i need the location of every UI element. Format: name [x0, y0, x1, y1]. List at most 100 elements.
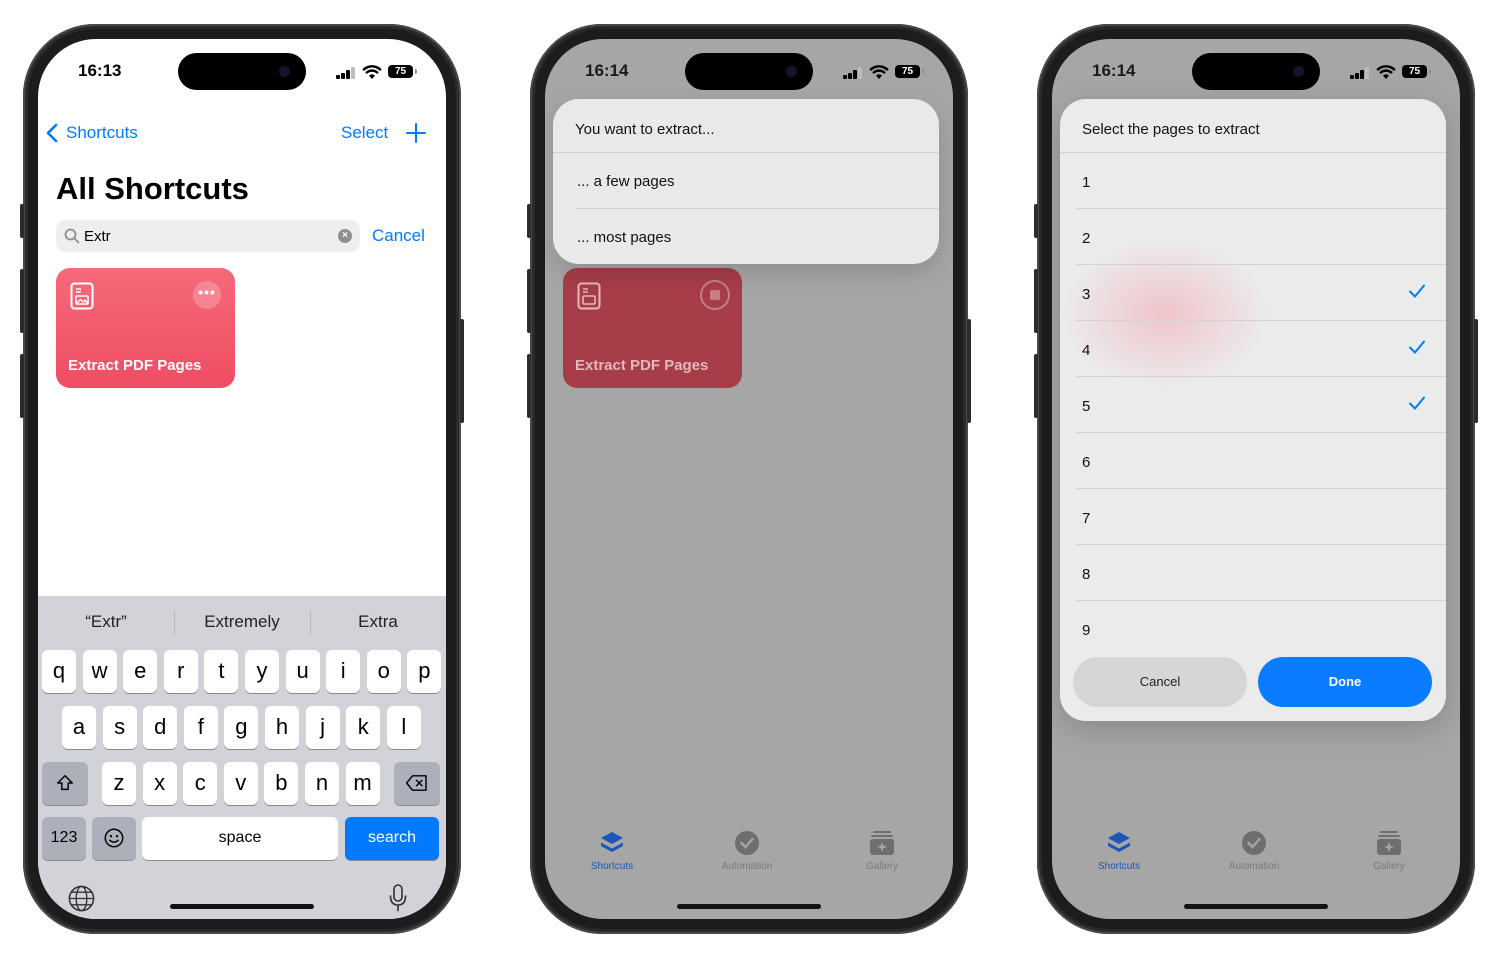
- clear-search-icon[interactable]: ×: [338, 229, 352, 243]
- done-button[interactable]: Done: [1258, 657, 1432, 707]
- page-number: 5: [1082, 398, 1091, 415]
- checkmark-icon: [1409, 340, 1425, 354]
- delete-icon: [405, 775, 427, 791]
- dynamic-island: [1192, 53, 1320, 90]
- letter-key[interactable]: u: [285, 650, 320, 693]
- automation-check-icon: [735, 831, 759, 855]
- numbers-key[interactable]: 123: [42, 817, 86, 860]
- delete-key[interactable]: [394, 762, 440, 805]
- page-row[interactable]: 7: [1076, 489, 1446, 545]
- letter-key[interactable]: b: [264, 762, 299, 805]
- wifi-icon: [869, 65, 889, 79]
- letter-key[interactable]: c: [183, 762, 218, 805]
- stop-icon: [700, 280, 730, 310]
- back-button[interactable]: Shortcuts: [46, 123, 138, 143]
- document-image-icon: [70, 282, 94, 310]
- shift-icon: [57, 775, 74, 791]
- shortcut-title: Extract PDF Pages: [575, 357, 709, 374]
- search-query: Extr: [84, 228, 111, 245]
- shortcuts-stack-icon: [1108, 832, 1130, 852]
- menu-option-few-pages[interactable]: ... a few pages: [575, 153, 939, 209]
- letter-key[interactable]: k: [346, 706, 381, 749]
- tab-shortcuts[interactable]: Shortcuts: [1064, 829, 1174, 872]
- phone-search: 16:13 75 Shortcuts Select All Shortcuts …: [20, 24, 464, 934]
- microphone-icon[interactable]: [388, 883, 408, 913]
- page-number: 1: [1082, 174, 1091, 191]
- select-button[interactable]: Select: [341, 123, 388, 143]
- letter-key[interactable]: m: [345, 762, 380, 805]
- more-icon[interactable]: •••: [193, 281, 221, 309]
- letter-key[interactable]: r: [163, 650, 198, 693]
- home-indicator: [170, 904, 314, 909]
- letter-key[interactable]: g: [224, 706, 259, 749]
- space-key[interactable]: space: [142, 817, 338, 860]
- tab-gallery[interactable]: Gallery: [1334, 829, 1444, 872]
- keyboard: “Extr” Extremely Extra qwertyuiop asdfghj…: [38, 596, 446, 919]
- letter-key[interactable]: h: [265, 706, 299, 749]
- letter-key[interactable]: f: [183, 706, 218, 749]
- page-row[interactable]: 6: [1076, 433, 1446, 489]
- letter-key[interactable]: s: [102, 706, 137, 749]
- prediction-item[interactable]: “Extr”: [38, 596, 174, 646]
- tab-automation[interactable]: Automation: [1199, 829, 1309, 872]
- search-cancel-button[interactable]: Cancel: [372, 226, 425, 246]
- page-title: All Shortcuts: [56, 171, 249, 206]
- letter-key[interactable]: y: [245, 650, 279, 693]
- letter-key[interactable]: j: [305, 706, 340, 749]
- tab-bar: Shortcuts Automation Gallery: [545, 829, 953, 889]
- page-number: 7: [1082, 510, 1091, 527]
- search-key[interactable]: search: [345, 817, 439, 860]
- search-input[interactable]: Extr ×: [56, 220, 360, 252]
- letter-key[interactable]: w: [82, 650, 117, 693]
- letter-key[interactable]: n: [305, 762, 339, 805]
- search-icon: [64, 228, 80, 244]
- checkmark-icon: [1409, 284, 1425, 298]
- menu-title: You want to extract...: [553, 99, 939, 153]
- letter-key[interactable]: p: [407, 650, 442, 693]
- letter-key[interactable]: d: [143, 706, 178, 749]
- status-time: 16:14: [1092, 61, 1136, 80]
- page-row[interactable]: 2: [1076, 209, 1446, 265]
- phone-menu: 16:14 75 Extract PDF Pages You want to e…: [527, 24, 971, 934]
- dynamic-island: [685, 53, 813, 90]
- letter-key[interactable]: t: [204, 650, 239, 693]
- page-row[interactable]: 5: [1076, 377, 1446, 433]
- battery-icon: 75: [895, 65, 924, 78]
- page-row[interactable]: 1: [1076, 153, 1446, 209]
- tab-shortcuts[interactable]: Shortcuts: [557, 829, 667, 872]
- plus-icon[interactable]: [405, 122, 427, 144]
- emoji-key[interactable]: [92, 817, 136, 860]
- back-label: Shortcuts: [66, 123, 138, 142]
- shortcut-tile[interactable]: ••• Extract PDF Pages: [56, 268, 235, 388]
- status-time: 16:13: [78, 61, 122, 80]
- gallery-icon: [870, 831, 894, 855]
- screen: 16:14 75 Extract PDF Pages You want to e…: [545, 39, 953, 919]
- status-time: 16:14: [585, 61, 629, 80]
- letter-key[interactable]: o: [366, 650, 401, 693]
- gallery-icon: [1377, 831, 1401, 855]
- letter-key[interactable]: q: [42, 650, 76, 693]
- letter-key[interactable]: l: [386, 706, 421, 749]
- dynamic-island: [178, 53, 306, 90]
- shortcut-title: Extract PDF Pages: [68, 357, 202, 374]
- prediction-item[interactable]: Extremely: [174, 596, 310, 646]
- tab-gallery[interactable]: Gallery: [827, 829, 937, 872]
- page-row[interactable]: 3: [1076, 265, 1446, 321]
- letter-key[interactable]: v: [223, 762, 258, 805]
- letter-key[interactable]: a: [62, 706, 96, 749]
- page-row[interactable]: 4: [1076, 321, 1446, 377]
- page-number: 9: [1082, 622, 1091, 639]
- letter-key[interactable]: i: [326, 650, 361, 693]
- globe-icon[interactable]: [67, 884, 96, 913]
- letter-key[interactable]: z: [102, 762, 136, 805]
- menu-option-most-pages[interactable]: ... most pages: [575, 209, 939, 264]
- tab-automation[interactable]: Automation: [692, 829, 802, 872]
- shift-key[interactable]: [42, 762, 88, 805]
- page-row[interactable]: 8: [1076, 545, 1446, 601]
- chevron-left-icon: [46, 123, 58, 143]
- prediction-bar: “Extr” Extremely Extra: [38, 596, 446, 646]
- letter-key[interactable]: x: [142, 762, 177, 805]
- letter-key[interactable]: e: [123, 650, 158, 693]
- prediction-item[interactable]: Extra: [310, 596, 446, 646]
- cancel-button[interactable]: Cancel: [1073, 657, 1247, 707]
